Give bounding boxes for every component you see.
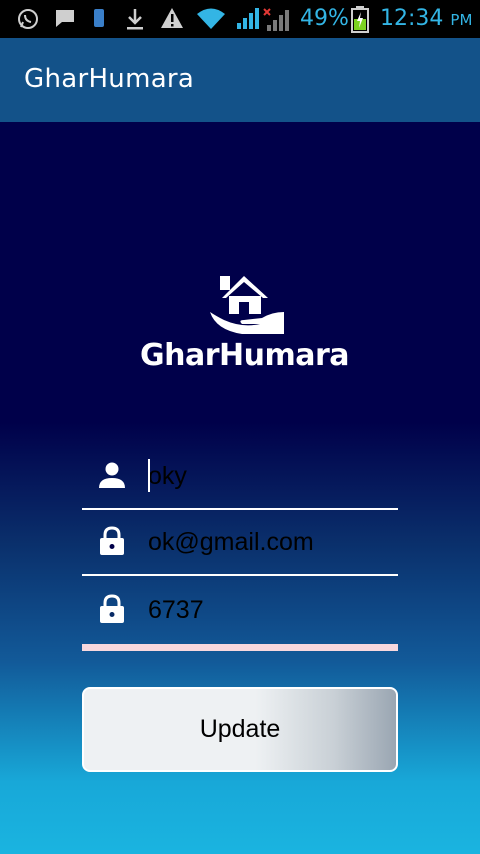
update-button[interactable]: Update [82,687,398,772]
wifi-icon [197,8,225,29]
lock-icon [100,594,124,623]
clock-ampm: PM [450,11,473,29]
email-value: ok@gmail.com [148,528,314,556]
phone-value: 6737 [148,596,204,624]
signal-icon [237,8,259,29]
status-bar: 49% 12:34 PM [0,0,480,38]
phone-field[interactable]: 6737 [82,576,398,644]
person-icon [99,462,125,488]
battery-charging-icon [351,6,369,33]
clock-time: 12:34 [380,6,444,31]
text-cursor [148,459,150,492]
name-value: oky [148,462,187,490]
clock: 12:34 PM [380,6,472,31]
name-field[interactable]: oky [82,442,398,510]
message-icon [56,10,74,27]
app-title: GharHumara [24,64,195,94]
device-icon [94,9,104,27]
battery-percent: 49% [300,6,349,31]
signal-no-service-icon [263,8,289,31]
app-logo: GharHumara [140,272,350,382]
download-icon [127,9,143,30]
email-field[interactable]: ok@gmail.com [82,508,398,576]
app-bar: GharHumara [0,38,480,122]
phone-underline-active [82,644,398,651]
warning-icon [161,8,183,28]
logo-text: GharHumara [140,338,350,373]
house-in-hand-icon [210,276,284,334]
profile-content: GharHumara oky ok@gmail.com 6737 Update [0,122,480,854]
lock-icon [100,526,124,555]
whatsapp-icon [18,9,38,29]
